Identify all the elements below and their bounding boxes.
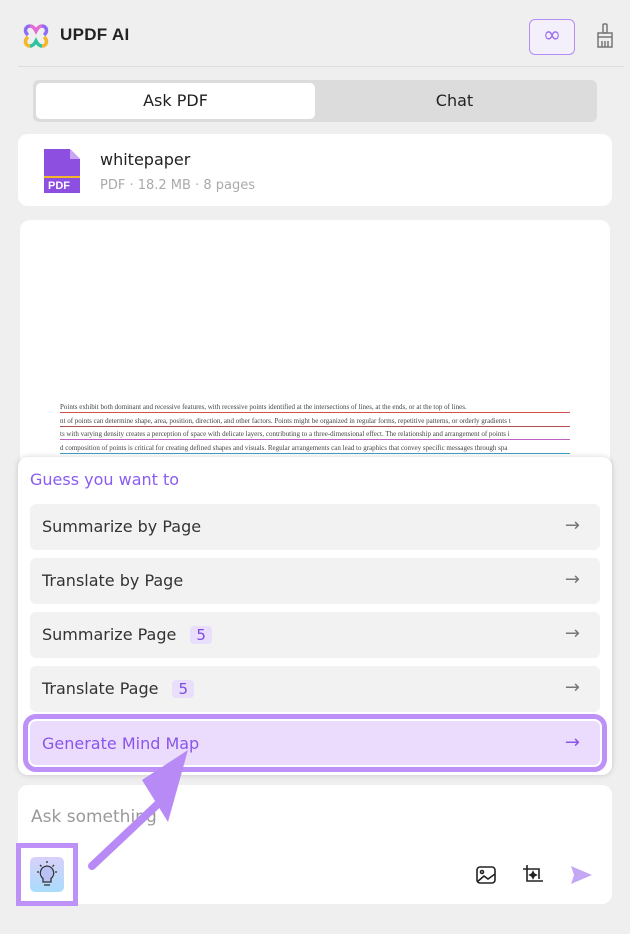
crop-screenshot-icon[interactable]	[521, 863, 545, 887]
preview-line: nt of points can determine shape, area, …	[60, 417, 570, 427]
mode-tabs: Ask PDF Chat	[33, 80, 597, 122]
file-name: whitepaper	[100, 150, 191, 169]
infinity-button[interactable]: ∞	[529, 19, 575, 55]
page-number-badge[interactable]: 5	[190, 626, 212, 644]
preview-line: d composition of points is critical for …	[60, 444, 570, 454]
preview-line: Points exhibit both dominant and recessi…	[60, 403, 570, 413]
file-card[interactable]: PDF whitepaper PDF · 18.2 MB · 8 pages	[18, 134, 612, 206]
suggestion-translate-by-page[interactable]: Translate by Page →	[30, 558, 600, 604]
suggestion-label: Summarize Page	[42, 625, 177, 644]
lightbulb-button[interactable]	[30, 857, 64, 892]
file-meta: PDF · 18.2 MB · 8 pages	[100, 178, 255, 193]
prompt-suggestions-button[interactable]	[16, 843, 78, 906]
arrow-right-icon: →	[564, 623, 580, 644]
infinity-icon: ∞	[542, 23, 562, 48]
page-number-badge[interactable]: 5	[172, 680, 195, 698]
pdf-preview: Points exhibit both dominant and recessi…	[20, 220, 610, 480]
image-upload-icon[interactable]	[474, 863, 498, 887]
send-icon[interactable]	[569, 863, 593, 887]
suggestion-label: Translate Page	[42, 679, 159, 698]
brush-icon[interactable]	[594, 22, 616, 50]
tab-chat[interactable]: Chat	[315, 83, 594, 119]
suggestion-summarize-by-page[interactable]: Summarize by Page →	[30, 504, 600, 550]
header-divider	[18, 66, 624, 67]
suggestion-label: Generate Mind Map	[42, 734, 200, 753]
arrow-right-icon: →	[564, 732, 580, 753]
suggestions-title: Guess you want to	[30, 470, 180, 489]
arrow-right-icon: →	[564, 515, 580, 536]
arrow-right-icon: →	[564, 569, 580, 590]
lightbulb-icon	[37, 861, 57, 886]
ask-input[interactable]: Ask something	[31, 807, 157, 827]
suggestion-translate-page[interactable]: Translate Page 5 →	[30, 666, 600, 712]
updf-logo-icon	[23, 24, 49, 48]
chat-input-box[interactable]: Ask something	[18, 785, 612, 904]
suggestion-summarize-page[interactable]: Summarize Page 5 →	[30, 612, 600, 658]
preview-line: ts with varying density creates a percep…	[60, 430, 570, 440]
pdf-file-icon: PDF	[44, 149, 80, 193]
suggestion-generate-mind-map[interactable]: Generate Mind Map →	[23, 714, 607, 772]
suggestions-popup: Guess you want to Summarize by Page → Tra…	[18, 457, 612, 775]
tab-ask-pdf[interactable]: Ask PDF	[36, 83, 315, 119]
app-title: UPDF AI	[60, 25, 130, 44]
svg-text:PDF: PDF	[48, 180, 70, 192]
arrow-right-icon: →	[564, 677, 580, 698]
suggestion-label: Summarize by Page	[42, 517, 202, 536]
suggestion-label: Translate by Page	[42, 571, 184, 590]
